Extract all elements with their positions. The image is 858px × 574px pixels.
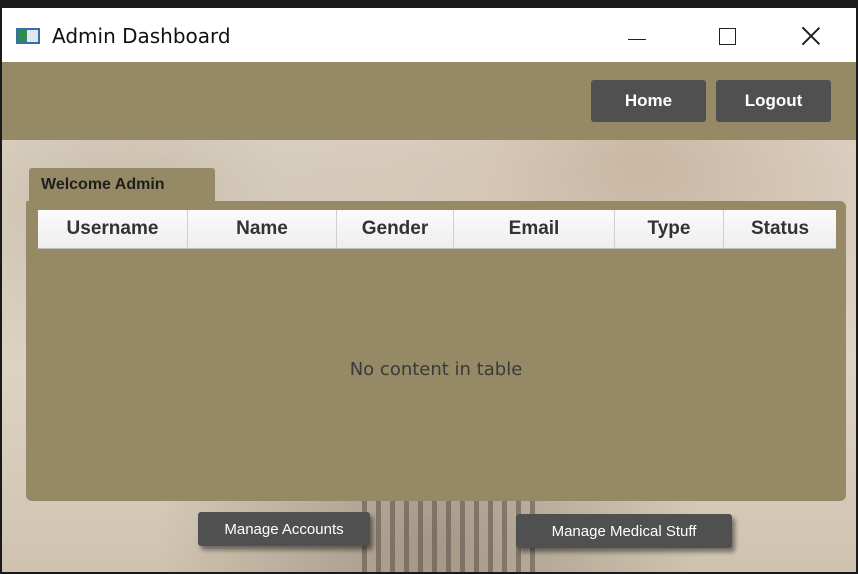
- tab-panel: Username Name Gender Email Type Status N…: [26, 201, 846, 501]
- title-bar[interactable]: Admin Dashboard: [2, 8, 856, 62]
- tab-label: Welcome Admin: [41, 176, 165, 193]
- minimize-icon: [628, 38, 646, 40]
- column-header-email[interactable]: Email: [454, 210, 615, 248]
- column-header-gender[interactable]: Gender: [337, 210, 454, 248]
- maximize-icon: [718, 27, 736, 45]
- window-title: Admin Dashboard: [52, 24, 231, 48]
- column-header-name[interactable]: Name: [188, 210, 337, 248]
- close-button[interactable]: [788, 16, 834, 56]
- column-header-username[interactable]: Username: [38, 210, 188, 248]
- manage-medical-stuff-button[interactable]: Manage Medical Stuff: [516, 514, 732, 548]
- maximize-button[interactable]: [704, 16, 750, 56]
- table-empty-message: No content in table: [349, 359, 523, 380]
- logout-button[interactable]: Logout: [716, 80, 831, 122]
- app-window: Admin Dashboard Home Logout Welcome Admi…: [0, 0, 858, 574]
- home-button[interactable]: Home: [591, 80, 706, 122]
- content-area: Home Logout Welcome Admin Username Name …: [2, 62, 856, 572]
- manage-accounts-button[interactable]: Manage Accounts: [198, 512, 370, 546]
- app-icon: [16, 28, 40, 44]
- background-image: [362, 494, 542, 572]
- top-toolbar: Home Logout: [2, 62, 856, 140]
- table-header: Username Name Gender Email Type Status: [38, 210, 836, 249]
- minimize-button[interactable]: [614, 16, 660, 56]
- column-header-status[interactable]: Status: [724, 210, 836, 248]
- close-icon: [801, 26, 821, 46]
- column-header-type[interactable]: Type: [615, 210, 724, 248]
- tab-welcome-admin[interactable]: Welcome Admin: [29, 168, 215, 202]
